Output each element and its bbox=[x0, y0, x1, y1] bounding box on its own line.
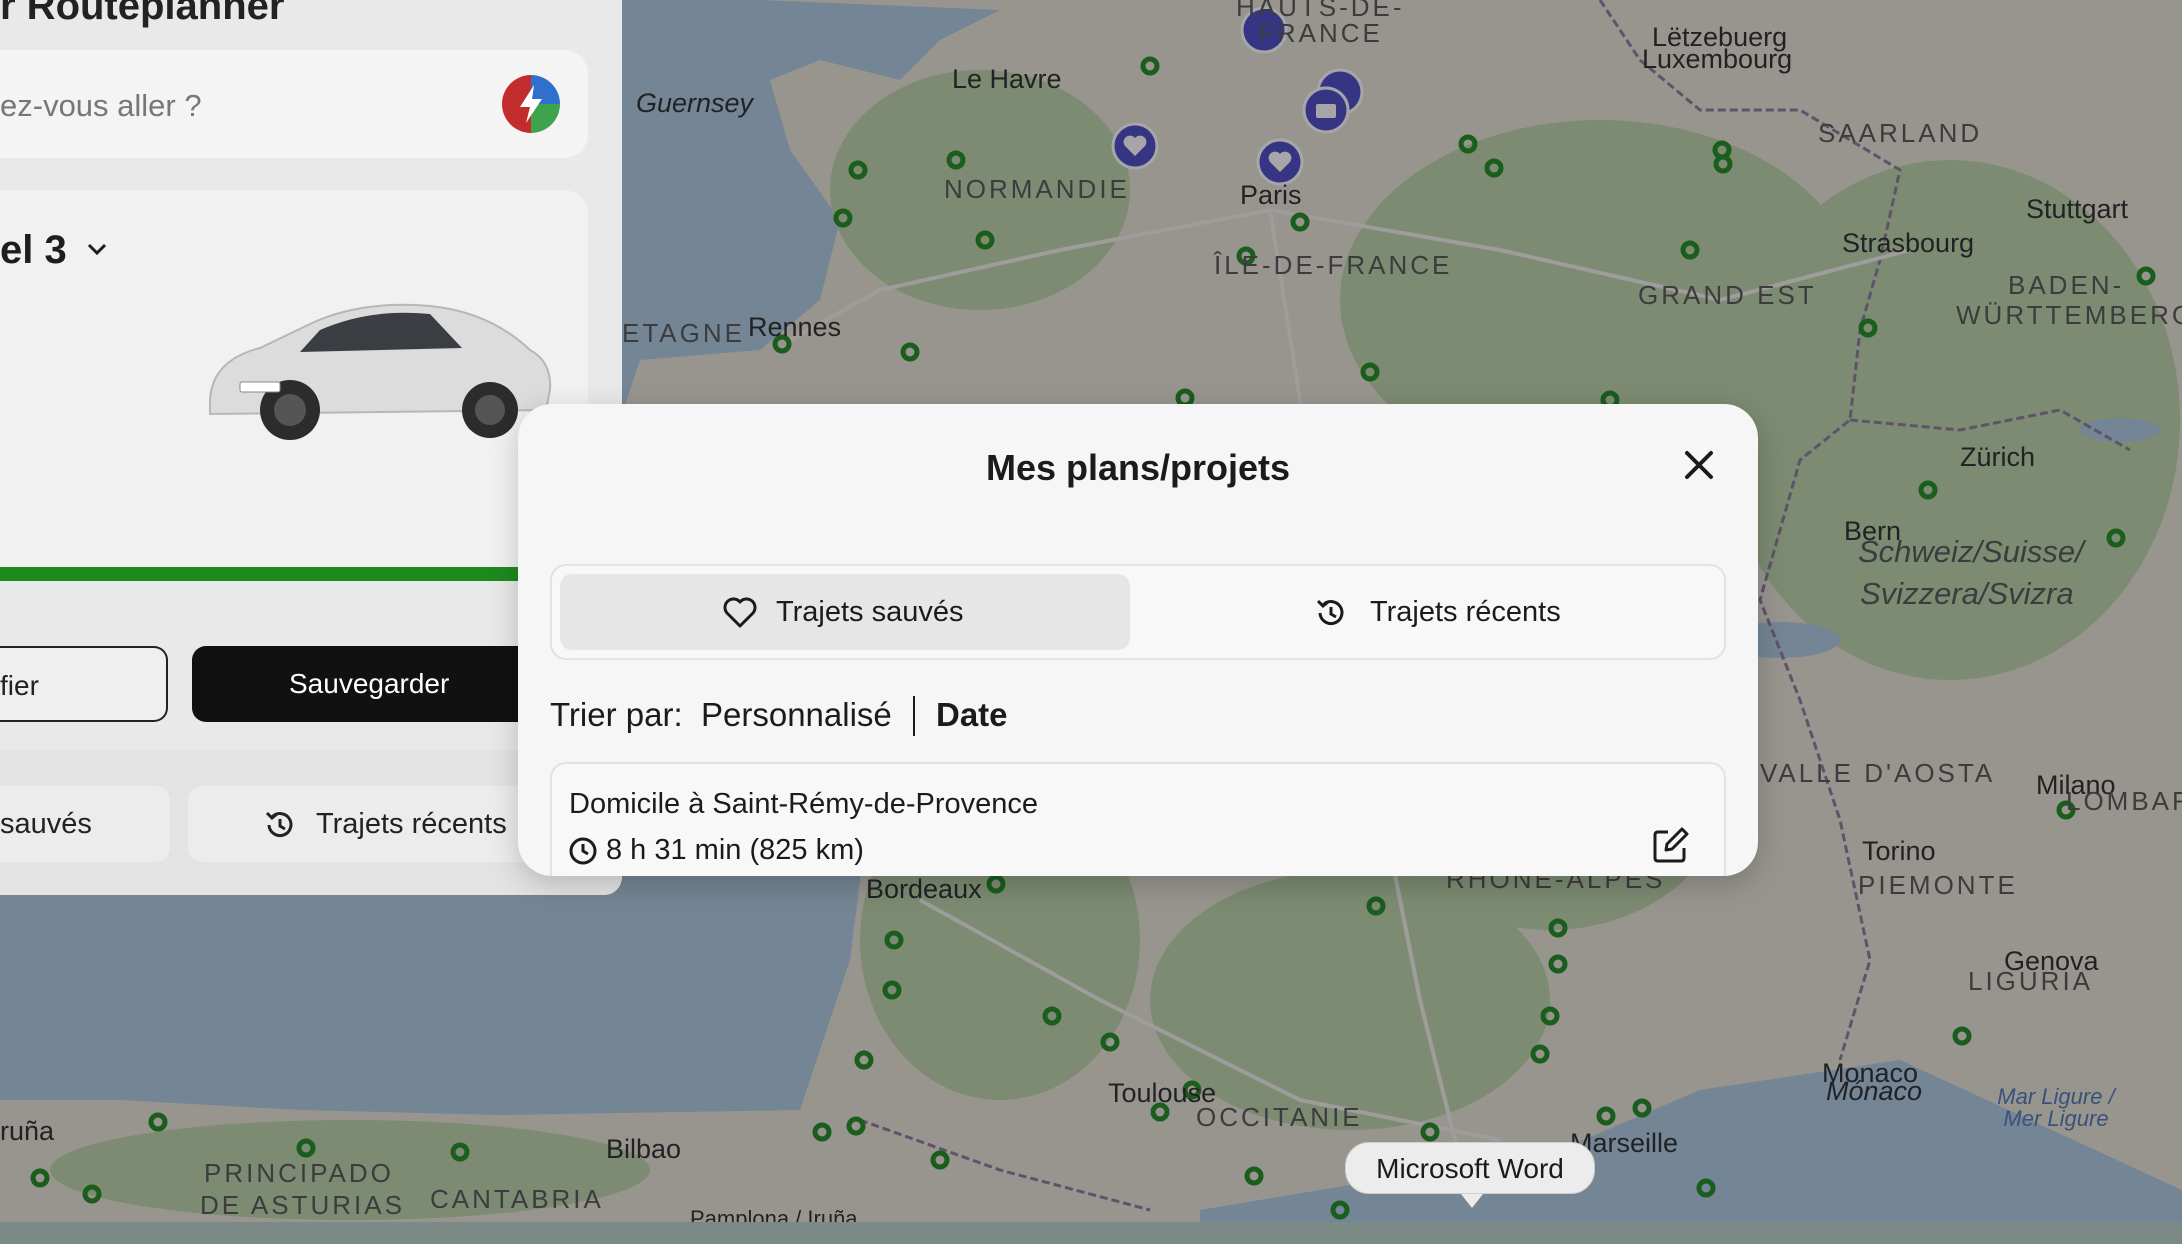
taskbar-strip bbox=[0, 1222, 2182, 1244]
tab-label: Trajets sauvés bbox=[776, 596, 964, 628]
tab-saved-trips[interactable]: Trajets sauvés bbox=[560, 574, 1130, 650]
sort-label: Trier par: bbox=[550, 696, 683, 733]
tab-label: sauvés bbox=[0, 808, 92, 840]
history-icon bbox=[1316, 599, 1344, 626]
trip-item[interactable]: Domicile à Saint-Rémy-de-Provence 8 h 31… bbox=[550, 762, 1726, 876]
dialog-tabs: Trajets sauvés Trajets récents bbox=[550, 564, 1726, 660]
modify-button-label: fier bbox=[0, 670, 39, 701]
clock-icon bbox=[569, 837, 597, 865]
close-icon[interactable] bbox=[1681, 447, 1717, 483]
sort-option-custom[interactable]: Personnalisé bbox=[701, 696, 892, 734]
history-icon bbox=[265, 811, 293, 838]
tab-recent-trips[interactable]: Trajets récents bbox=[1142, 574, 1718, 650]
panel-title: r Routeplanner bbox=[0, 0, 285, 28]
charging-logo-icon[interactable] bbox=[502, 75, 560, 133]
sort-option-date[interactable]: Date bbox=[936, 696, 1008, 734]
trip-duration: 8 h 31 min (825 km) bbox=[606, 834, 864, 866]
edit-icon[interactable] bbox=[1652, 826, 1690, 864]
sort-separator bbox=[913, 696, 915, 736]
chevron-down-icon[interactable] bbox=[86, 238, 108, 260]
taskbar-tooltip: Microsoft Word bbox=[1345, 1142, 1595, 1208]
car-image bbox=[209, 303, 552, 440]
trip-name: Domicile à Saint-Rémy-de-Provence bbox=[569, 788, 1038, 820]
dialog-title: Mes plans/projets bbox=[985, 447, 1291, 488]
destination-search[interactable]: ez-vous aller ? bbox=[0, 50, 588, 158]
vehicle-card[interactable]: el 3 bbox=[0, 190, 588, 580]
tab-label: Trajets récents bbox=[1370, 596, 1561, 628]
tab-label: Trajets récents bbox=[316, 808, 507, 840]
modify-button[interactable]: fier bbox=[0, 646, 168, 722]
plans-dialog: Mes plans/projets Trajets sauvés Trajets… bbox=[518, 404, 1758, 876]
vehicle-model: el 3 bbox=[0, 228, 67, 272]
tab-saved-trips[interactable]: sauvés bbox=[0, 786, 170, 862]
heart-icon bbox=[723, 597, 757, 628]
search-placeholder: ez-vous aller ? bbox=[0, 88, 202, 123]
save-button-label: Sauvegarder bbox=[289, 668, 450, 699]
